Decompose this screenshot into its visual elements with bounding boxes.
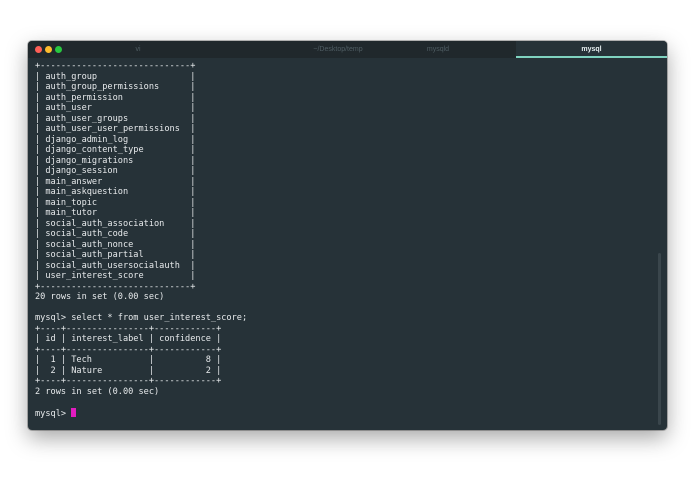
terminal-line: | user_interest_score | bbox=[35, 271, 196, 281]
terminal-line: | 1 | Tech | 8 | bbox=[35, 355, 222, 365]
tab-vi[interactable]: vi bbox=[28, 41, 248, 58]
terminal-line: mysql> bbox=[35, 407, 77, 419]
terminal-line: | django_admin_log | bbox=[35, 134, 196, 145]
terminal-line: 20 rows in set (0.00 sec) bbox=[35, 292, 165, 302]
terminal-line: +----+----------------+------------+ bbox=[35, 376, 222, 386]
terminal-line: | id | interest_label | confidence | bbox=[35, 334, 222, 344]
tab-mysqld[interactable]: mysqld bbox=[358, 41, 518, 58]
terminal-line: | auth_user_groups | bbox=[35, 113, 196, 124]
terminal-line: | auth_user_user_permissions | bbox=[35, 124, 196, 134]
terminal-line: | main_topic | bbox=[35, 197, 196, 208]
terminal-line: +----+----------------+------------+ bbox=[35, 344, 222, 355]
terminal-line: | main_answer | bbox=[35, 176, 196, 187]
terminal-line: | auth_group | bbox=[35, 71, 196, 82]
text-cursor bbox=[71, 407, 77, 417]
terminal-line: | django_migrations | bbox=[35, 155, 196, 166]
terminal-line: | social_auth_association | bbox=[35, 218, 196, 229]
terminal-line: | django_session | bbox=[35, 166, 196, 176]
terminal-line: +----+----------------+------------+ bbox=[35, 323, 222, 334]
terminal-line: | social_auth_nonce | bbox=[35, 239, 196, 250]
terminal-line: +-----------------------------+ bbox=[35, 281, 196, 292]
terminal-line: | auth_permission | bbox=[35, 92, 196, 103]
terminal-line: | social_auth_code | bbox=[35, 229, 196, 239]
terminal-line: +-----------------------------+ bbox=[35, 61, 196, 71]
terminal-output[interactable]: +-----------------------------+ | auth_gr… bbox=[35, 61, 655, 426]
terminal-line: | 2 | Nature | 2 | bbox=[35, 365, 222, 376]
terminal-line: | auth_group_permissions | bbox=[35, 82, 196, 92]
terminal-line: mysql> select * from user_interest_score… bbox=[35, 313, 248, 323]
terminal-line: | django_content_type | bbox=[35, 145, 196, 155]
terminal-window: vi ~/Desktop/temp mysqld mysql +--------… bbox=[28, 41, 667, 430]
terminal-line: | auth_user | bbox=[35, 103, 196, 113]
title-bar: vi ~/Desktop/temp mysqld mysql bbox=[28, 41, 667, 58]
terminal-line: | social_auth_partial | bbox=[35, 250, 196, 260]
terminal-line: | social_auth_usersocialauth | bbox=[35, 260, 196, 271]
terminal-line: | main_askquestion | bbox=[35, 187, 196, 197]
terminal-line: | main_tutor | bbox=[35, 208, 196, 218]
scrollbar[interactable] bbox=[658, 253, 661, 425]
tab-mysql[interactable]: mysql bbox=[516, 41, 667, 58]
terminal-line: 2 rows in set (0.00 sec) bbox=[35, 386, 160, 397]
